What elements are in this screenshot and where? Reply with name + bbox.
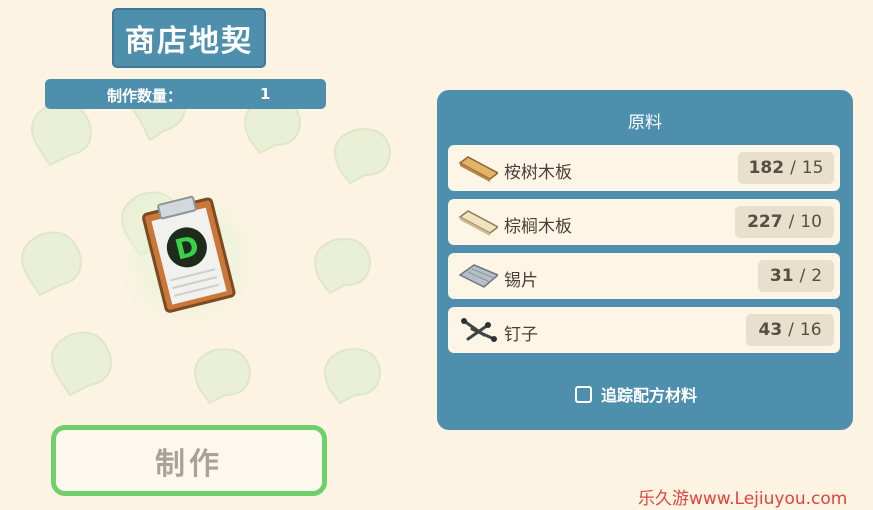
material-row: 棕榈木板 227 / 10 xyxy=(448,199,840,245)
track-materials-toggle[interactable]: 追踪配方材料 xyxy=(575,382,697,406)
eucalyptus-plank-icon xyxy=(458,156,498,182)
quantity-value: 1 xyxy=(260,85,271,103)
tin-sheet-icon xyxy=(458,264,498,288)
material-name: 钉子 xyxy=(504,325,538,345)
item-title: 商店地契 xyxy=(112,8,266,68)
track-label: 追踪配方材料 xyxy=(601,386,698,405)
track-checkbox[interactable] xyxy=(575,385,592,403)
palm-plank-icon xyxy=(458,210,498,236)
nails-icon xyxy=(461,318,497,342)
materials-panel-title: 原料 xyxy=(628,113,662,133)
material-row: 锡片 31 / 2 xyxy=(448,253,840,299)
craft-quantity-bar[interactable]: 制作数量： 1 xyxy=(45,79,326,109)
material-count: 182 / 15 xyxy=(738,152,834,184)
material-row: 桉树木板 182 / 15 xyxy=(448,145,840,191)
deed-clipboard-icon: D xyxy=(110,180,270,340)
watermark: 乐久游www.Lejiuyou.com xyxy=(638,489,848,509)
material-name: 锡片 xyxy=(504,271,538,291)
quantity-label: 制作数量： xyxy=(107,87,183,105)
material-name: 桉树木板 xyxy=(504,163,572,183)
craft-button[interactable]: 制作 xyxy=(51,425,327,496)
material-count: 227 / 10 xyxy=(735,206,834,238)
material-count: 31 / 2 xyxy=(758,260,834,292)
material-row: 钉子 43 / 16 xyxy=(448,307,840,353)
material-name: 棕榈木板 xyxy=(504,217,572,237)
material-count: 43 / 16 xyxy=(746,314,834,346)
